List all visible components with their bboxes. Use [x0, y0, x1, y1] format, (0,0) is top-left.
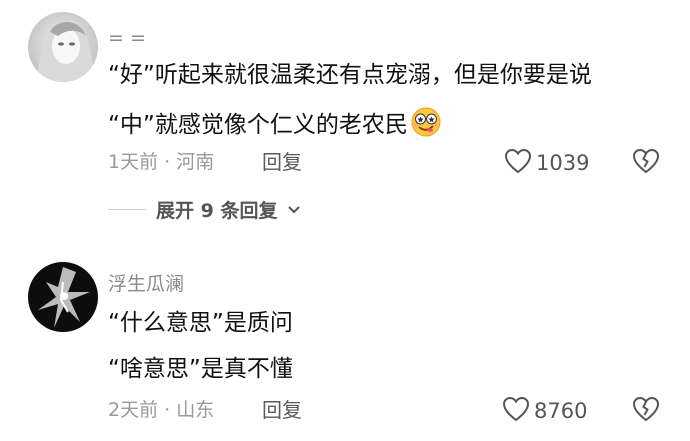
face-with-heart-eyes-emoji-icon	[410, 106, 442, 146]
reply-button[interactable]: 回复	[262, 150, 302, 174]
broken-heart-icon	[632, 148, 660, 178]
comment-text-line: “中”就感觉像个仁义的老农民	[108, 106, 442, 146]
comment-text-segment: “中”就感觉像个仁义的老农民	[108, 112, 408, 138]
like-count: 1039	[536, 151, 590, 175]
comment-username[interactable]: = =	[108, 26, 146, 50]
expand-replies-button[interactable]: 展开 9 条回复	[108, 196, 301, 223]
heart-outline-icon	[502, 396, 530, 426]
heart-outline-icon	[504, 148, 532, 178]
avatar[interactable]	[28, 262, 98, 332]
dislike-button[interactable]	[632, 148, 660, 178]
reply-button[interactable]: 回复	[262, 398, 302, 422]
comment-time: 1天前	[108, 151, 159, 173]
dislike-button[interactable]	[632, 396, 660, 426]
comment-text-line: “啥意思”是真不懂	[108, 356, 293, 382]
comment-location: 山东	[176, 399, 215, 421]
comment-meta: 2天前 · 山东	[108, 398, 214, 422]
comment-meta: 1天前 · 河南	[108, 150, 214, 174]
like-button[interactable]: 1039	[504, 148, 589, 178]
like-button[interactable]: 8760	[502, 396, 587, 426]
comment-username[interactable]: 浮生瓜澜	[108, 272, 184, 296]
comment-text-line: “什么意思”是质问	[108, 310, 293, 336]
meta-separator: ·	[164, 151, 171, 173]
divider	[108, 209, 146, 210]
comment-time: 2天前	[108, 399, 159, 421]
meta-separator: ·	[164, 399, 171, 421]
chevron-down-icon	[287, 200, 301, 219]
broken-heart-icon	[632, 396, 660, 426]
comment-text-line: “好”听起来就很温柔还有点宠溺，但是你要是说	[108, 62, 592, 88]
expand-replies-label: 展开 9 条回复	[156, 200, 278, 222]
avatar[interactable]	[28, 12, 98, 82]
like-count: 8760	[534, 399, 588, 423]
comment-location: 河南	[176, 151, 215, 173]
